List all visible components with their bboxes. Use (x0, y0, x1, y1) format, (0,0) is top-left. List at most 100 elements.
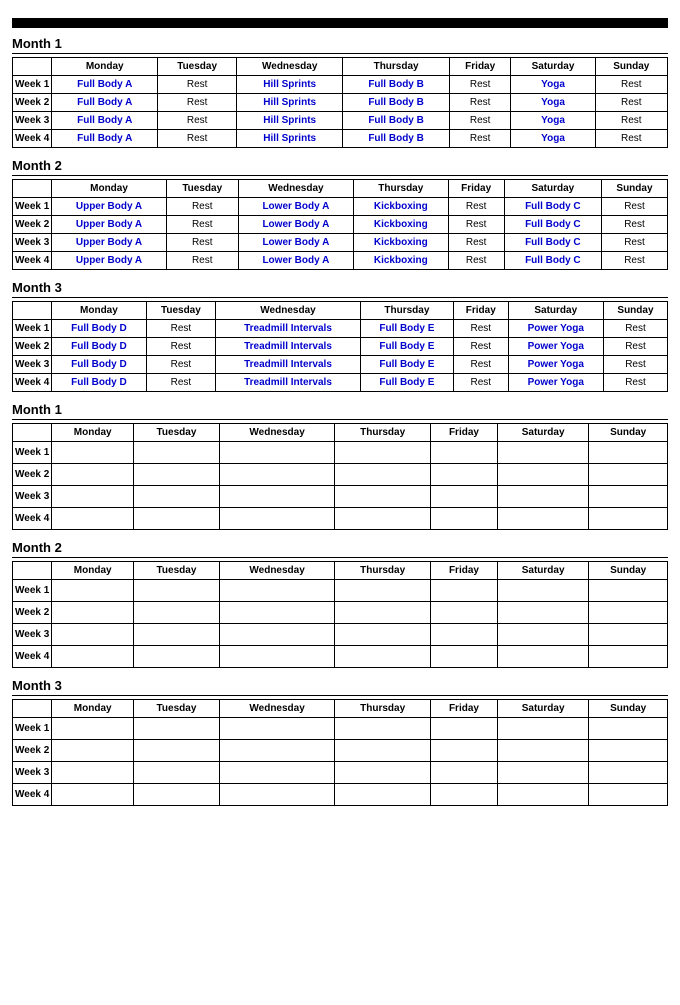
schedule-cell (134, 646, 220, 668)
day-header: Monday (52, 180, 166, 198)
day-header: Sunday (603, 302, 667, 320)
schedule-cell (589, 762, 668, 784)
day-header: Friday (449, 58, 511, 76)
schedule-cell: Rest (454, 338, 508, 356)
schedule-cell: Rest (603, 338, 667, 356)
schedule-cell (497, 762, 588, 784)
month-title: Month 3 (12, 678, 668, 696)
calendar-table: MondayTuesdayWednesdayThursdayFridaySatu… (12, 561, 668, 668)
table-row: Week 2Full Body ARestHill SprintsFull Bo… (13, 94, 668, 112)
week-label: Week 4 (13, 130, 52, 148)
month-title: Month 1 (12, 36, 668, 54)
day-header: Wednesday (238, 180, 353, 198)
table-row: Week 3Upper Body ARestLower Body AKickbo… (13, 234, 668, 252)
week-label: Week 3 (13, 624, 52, 646)
schedule-cell (589, 718, 668, 740)
week-label: Week 2 (13, 740, 52, 762)
schedule-cell: Yoga (511, 130, 595, 148)
schedule-cell (497, 784, 588, 806)
schedule-cell (134, 624, 220, 646)
schedule-cell (219, 602, 334, 624)
schedule-cell: Rest (601, 198, 667, 216)
day-header: Thursday (335, 700, 431, 718)
schedule-cell (497, 718, 588, 740)
schedule-cell: Yoga (511, 94, 595, 112)
schedule-cell: Full Body C (504, 234, 601, 252)
schedule-cell: Full Body D (52, 374, 146, 392)
week-label: Week 2 (13, 464, 52, 486)
day-header: Friday (454, 302, 508, 320)
month-section: Month 2MondayTuesdayWednesdayThursdayFri… (12, 158, 668, 270)
schedule-cell: Full Body A (52, 112, 158, 130)
schedule-cell: Power Yoga (508, 338, 603, 356)
day-header: Saturday (497, 562, 588, 580)
week-label: Week 4 (13, 784, 52, 806)
schedule-cell (52, 486, 134, 508)
schedule-cell: Rest (146, 320, 216, 338)
schedule-cell (52, 442, 134, 464)
schedule-cell: Full Body D (52, 320, 146, 338)
table-row: Week 1Full Body DRestTreadmill Intervals… (13, 320, 668, 338)
calendar-table: MondayTuesdayWednesdayThursdayFridaySatu… (12, 57, 668, 148)
schedule-cell: Rest (449, 130, 511, 148)
week-label: Week 3 (13, 234, 52, 252)
schedule-cell (52, 580, 134, 602)
day-header: Friday (430, 700, 497, 718)
calendar-table: MondayTuesdayWednesdayThursdayFridaySatu… (12, 301, 668, 392)
schedule-cell (430, 442, 497, 464)
day-header: Wednesday (216, 302, 360, 320)
schedule-cell: Rest (158, 112, 237, 130)
schedule-cell: Kickboxing (354, 252, 449, 270)
schedule-cell (589, 784, 668, 806)
schedule-cell: Rest (595, 94, 667, 112)
schedule-cell: Hill Sprints (237, 94, 343, 112)
week-column-header (13, 58, 52, 76)
schedule-cell (134, 508, 220, 530)
schedule-cell: Rest (448, 252, 504, 270)
schedule-cell (497, 624, 588, 646)
month-section: Month 2 MondayTuesdayWednesdayThursdayFri… (12, 540, 668, 668)
day-header: Tuesday (166, 180, 238, 198)
schedule-cell: Rest (603, 320, 667, 338)
schedule-cell (589, 740, 668, 762)
schedule-cell: Hill Sprints (237, 112, 343, 130)
table-row: Week 2Full Body DRestTreadmill Intervals… (13, 338, 668, 356)
schedule-cell (335, 508, 431, 530)
day-header: Monday (52, 58, 158, 76)
schedule-cell: Kickboxing (354, 198, 449, 216)
schedule-cell (430, 740, 497, 762)
month-title: Month 1 (12, 402, 668, 420)
schedule-cell: Upper Body A (52, 252, 166, 270)
week-column-header (13, 562, 52, 580)
table-row: Week 3Full Body ARestHill SprintsFull Bo… (13, 112, 668, 130)
schedule-cell: Full Body A (52, 130, 158, 148)
day-header: Saturday (508, 302, 603, 320)
table-row: Week 1Upper Body ARestLower Body AKickbo… (13, 198, 668, 216)
schedule-cell: Full Body E (360, 338, 453, 356)
schedule-cell: Power Yoga (508, 320, 603, 338)
schedule-cell (134, 602, 220, 624)
schedule-cell: Rest (448, 216, 504, 234)
week-column-header (13, 700, 52, 718)
schedule-cell (219, 740, 334, 762)
week-label: Week 1 (13, 442, 52, 464)
month-title: Month 2 (12, 540, 668, 558)
schedule-cell: Rest (601, 234, 667, 252)
week-label: Week 1 (13, 718, 52, 740)
month-section: Month 3MondayTuesdayWednesdayThursdayFri… (12, 678, 668, 806)
schedule-cell (134, 464, 220, 486)
schedule-cell (134, 740, 220, 762)
schedule-cell: Lower Body A (238, 198, 353, 216)
day-header: Wednesday (219, 700, 334, 718)
schedule-cell: Rest (454, 374, 508, 392)
schedule-cell (335, 646, 431, 668)
schedule-cell (219, 580, 334, 602)
day-header: Monday (52, 562, 134, 580)
schedule-cell: Upper Body A (52, 198, 166, 216)
table-row: Week 1 (13, 718, 668, 740)
schedule-cell: Rest (448, 234, 504, 252)
schedule-cell: Upper Body A (52, 216, 166, 234)
schedule-cell (497, 442, 588, 464)
month-title: Month 2 (12, 158, 668, 176)
day-header: Wednesday (237, 58, 343, 76)
